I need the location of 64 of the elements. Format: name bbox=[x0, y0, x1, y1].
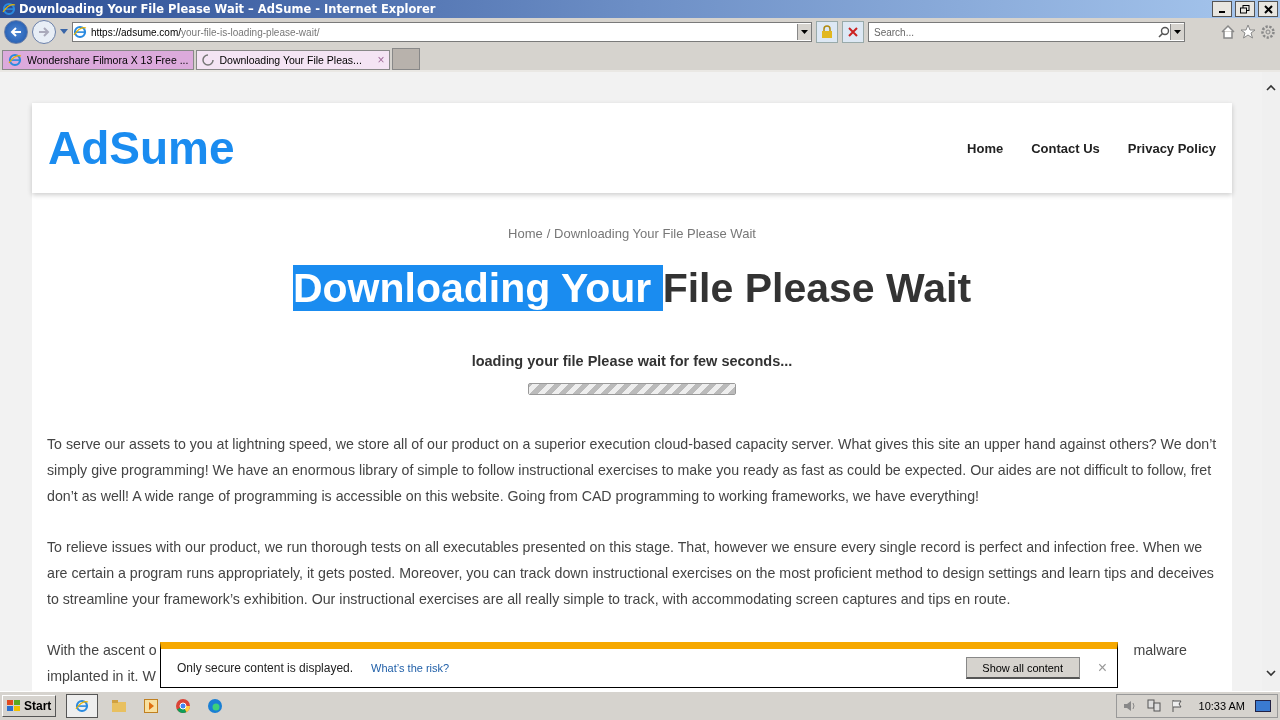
padlock-icon bbox=[821, 25, 833, 39]
back-arrow-icon bbox=[10, 26, 22, 38]
dropdown-button[interactable] bbox=[1170, 24, 1184, 40]
paragraph: To relieve issues with our product, we run thorough tests on all executables presented on this stage. That, however we ensure every single record is perfect and infection free. When we are certain a program runs appropriately, it gets posted. Moreover, you can track down instructional exercises on the most proficient method to design settings and learn tips and deceives to streamline your framework’s exhibition. Our instructional exercises are all really simple to track, with accommodating screen captures and tips en route. bbox=[47, 538, 1215, 609]
nav-link[interactable]: Home bbox=[967, 140, 1004, 156]
dropdown-caret-icon[interactable] bbox=[60, 29, 68, 35]
notification-message: Only secure content is displayed. bbox=[177, 661, 354, 675]
nav-link[interactable]: Contact Us bbox=[1031, 140, 1100, 156]
star-icon[interactable] bbox=[1240, 24, 1256, 40]
paragraph: To serve our assets to you at lightning speed, we store all of our product on a superior execution cloud-based capacity server. What gives this site an upper hand against others? We don’t simply give programming! We have an enormous library of simple to follow instructional exercises to make you ready as fast as could be expected. Our aides are not difficult to follow, fret don’t as well! A wide range of programming is accessible on this website. Going from CAD programming to working frameworks, we have everything! bbox=[47, 435, 1217, 506]
browser-tab[interactable]: Downloading Your File Pleas... × bbox=[196, 50, 391, 70]
paragraph-fragment: implanted in it. W bbox=[47, 667, 156, 686]
flag-icon[interactable] bbox=[1170, 699, 1183, 713]
page-heading: Downloading Your File Please Wait bbox=[292, 264, 972, 313]
risk-link[interactable]: What’s the risk? bbox=[371, 662, 450, 674]
loading-message: loading your file Please wait for few seconds... bbox=[471, 353, 793, 369]
stop-button[interactable] bbox=[842, 21, 864, 43]
search-icon[interactable] bbox=[1158, 26, 1170, 38]
scroll-up-icon[interactable] bbox=[1266, 84, 1276, 91]
minimize-button[interactable] bbox=[1212, 1, 1232, 17]
windows-logo-icon bbox=[7, 700, 21, 712]
network-icon[interactable] bbox=[1146, 699, 1161, 713]
back-button[interactable] bbox=[4, 20, 28, 44]
scroll-down-icon[interactable] bbox=[1266, 670, 1276, 677]
address-field[interactable]: https://adsume.com/your-file-is-loading-please-wait/ bbox=[72, 22, 812, 42]
ie-icon bbox=[73, 25, 87, 39]
forward-button[interactable] bbox=[32, 20, 56, 44]
edge-icon bbox=[207, 698, 224, 714]
taskbar-ie-button[interactable] bbox=[66, 694, 99, 718]
close-tab-button[interactable]: × bbox=[377, 53, 385, 67]
speaker-icon[interactable] bbox=[1122, 700, 1137, 712]
paragraph-fragment: With the ascent o bbox=[47, 641, 157, 660]
folder-icon bbox=[111, 699, 128, 713]
start-button[interactable]: Start bbox=[2, 695, 57, 717]
restore-icon bbox=[1240, 4, 1250, 14]
padlock-button[interactable] bbox=[816, 21, 838, 43]
close-button[interactable] bbox=[1258, 1, 1278, 17]
nav-link[interactable]: Privacy Policy bbox=[1127, 140, 1216, 156]
breadcrumb-link[interactable]: Home bbox=[508, 226, 543, 241]
restore-button[interactable] bbox=[1235, 1, 1255, 17]
home-icon[interactable] bbox=[1220, 24, 1236, 40]
ie-icon bbox=[2, 2, 16, 16]
caret-icon bbox=[801, 29, 808, 35]
url-text: https://adsume.com/your-file-is-loading-please-wait/ bbox=[91, 26, 320, 38]
chrome-icon bbox=[175, 698, 192, 714]
close-icon bbox=[848, 27, 858, 37]
search-field[interactable]: Search... bbox=[868, 22, 1185, 42]
browser-tab[interactable]: Wondershare Filmora X 13 Free ... bbox=[2, 50, 195, 70]
loading-spinner-icon bbox=[202, 54, 215, 66]
ie-icon bbox=[75, 699, 90, 713]
show-desktop-icon[interactable] bbox=[1255, 700, 1271, 712]
show-all-content-button[interactable]: Show all content bbox=[965, 657, 1080, 679]
ie-icon bbox=[8, 53, 22, 67]
new-tab-button[interactable] bbox=[392, 48, 421, 70]
settings-icon[interactable] bbox=[1260, 24, 1276, 40]
caret-icon bbox=[1174, 29, 1181, 35]
breadcrumb-current: / Downloading Your File Please Wait bbox=[546, 226, 756, 241]
paragraph-fragment: malware bbox=[1133, 641, 1187, 660]
play-icon bbox=[144, 699, 159, 713]
window-title: Downloading Your File Please Wait – AdSume - Internet Explorer bbox=[19, 2, 437, 16]
forward-arrow-icon bbox=[38, 26, 50, 38]
dropdown-button[interactable] bbox=[797, 24, 811, 40]
close-icon bbox=[1263, 4, 1273, 14]
clock: 10:33 AM bbox=[1198, 700, 1245, 712]
